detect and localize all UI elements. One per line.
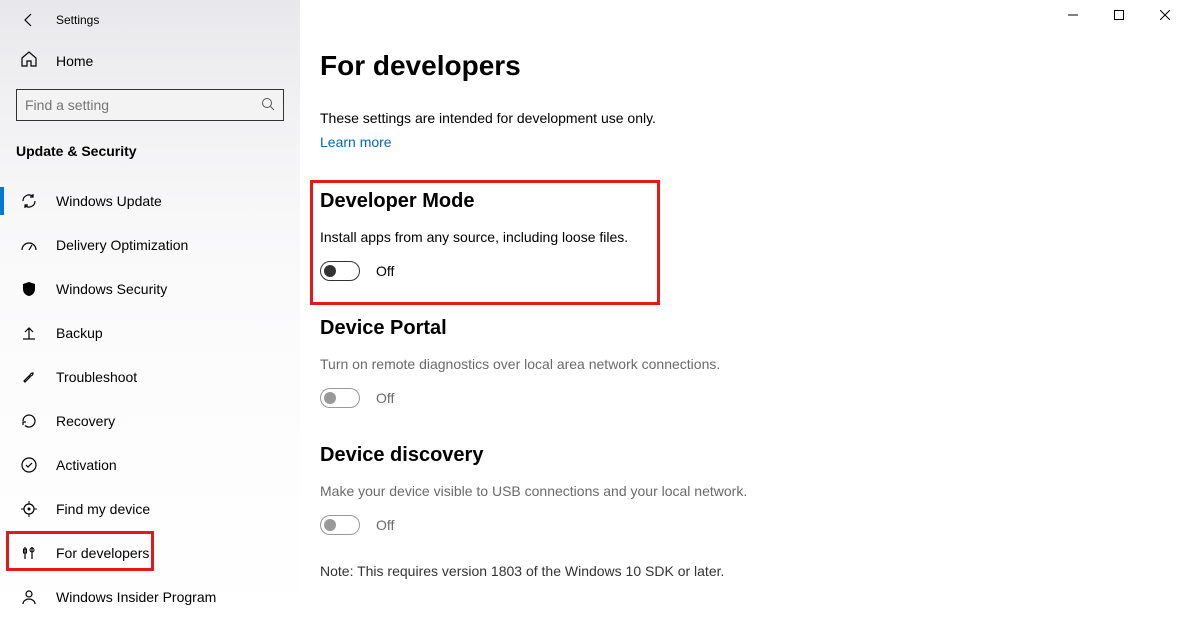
search-icon xyxy=(261,97,275,114)
section-device-discovery: Device discovery Make your device visibl… xyxy=(320,444,1148,579)
developer-mode-toggle[interactable] xyxy=(320,261,360,281)
section-description: Install apps from any source, including … xyxy=(320,229,1148,245)
sidebar-item-windows-security[interactable]: Windows Security xyxy=(0,267,300,311)
main-content: For developers These settings are intend… xyxy=(300,0,1188,627)
sidebar-item-label: Troubleshoot xyxy=(56,369,137,385)
search-container xyxy=(0,81,300,137)
shield-icon xyxy=(20,280,38,298)
wrench-icon xyxy=(20,368,38,386)
check-circle-icon xyxy=(20,456,38,474)
search-box[interactable] xyxy=(16,89,284,121)
sidebar-item-label: Windows Insider Program xyxy=(56,589,216,605)
location-icon xyxy=(20,500,38,518)
sidebar-item-troubleshoot[interactable]: Troubleshoot xyxy=(0,355,300,399)
title-bar: Settings xyxy=(0,0,300,40)
section-heading: Device discovery xyxy=(320,444,1148,467)
sidebar-item-delivery-optimization[interactable]: Delivery Optimization xyxy=(0,223,300,267)
backup-icon xyxy=(20,324,38,342)
sidebar-section-title: Update & Security xyxy=(0,137,300,165)
section-note: Note: This requires version 1803 of the … xyxy=(320,563,1148,579)
sidebar-item-label: Find my device xyxy=(56,501,150,517)
section-device-portal: Device Portal Turn on remote diagnostics… xyxy=(320,317,1148,408)
toggle-row: Off xyxy=(320,261,1148,281)
intro-text: These settings are intended for developm… xyxy=(320,110,1148,126)
section-description: Turn on remote diagnostics over local ar… xyxy=(320,356,1148,372)
toggle-row: Off xyxy=(320,388,1148,408)
sidebar-item-for-developers[interactable]: For developers xyxy=(0,531,300,575)
gauge-icon xyxy=(20,236,38,254)
page-title: For developers xyxy=(320,50,1148,82)
sidebar-home[interactable]: Home xyxy=(0,40,300,81)
learn-more-link[interactable]: Learn more xyxy=(320,134,392,150)
sidebar-item-find-my-device[interactable]: Find my device xyxy=(0,487,300,531)
home-label: Home xyxy=(56,53,93,69)
device-portal-toggle xyxy=(320,388,360,408)
sidebar: Settings Home Update & Security Windows … xyxy=(0,0,300,627)
sidebar-item-activation[interactable]: Activation xyxy=(0,443,300,487)
sidebar-item-windows-insider[interactable]: Windows Insider Program xyxy=(0,575,300,619)
toggle-state-label: Off xyxy=(376,517,394,533)
search-input[interactable] xyxy=(25,97,261,113)
sidebar-item-label: Activation xyxy=(56,457,117,473)
insider-icon xyxy=(20,588,38,606)
sidebar-item-label: For developers xyxy=(56,545,149,561)
sidebar-item-label: Delivery Optimization xyxy=(56,237,188,253)
toggle-state-label: Off xyxy=(376,263,394,279)
sidebar-item-windows-update[interactable]: Windows Update xyxy=(0,179,300,223)
section-heading: Device Portal xyxy=(320,317,1148,340)
section-developer-mode: Developer Mode Install apps from any sou… xyxy=(320,190,1148,281)
recovery-icon xyxy=(20,412,38,430)
sidebar-item-label: Backup xyxy=(56,325,103,341)
sidebar-item-label: Windows Security xyxy=(56,281,167,297)
sidebar-item-recovery[interactable]: Recovery xyxy=(0,399,300,443)
app-title: Settings xyxy=(56,13,99,27)
toggle-row: Off xyxy=(320,515,1148,535)
device-discovery-toggle xyxy=(320,515,360,535)
back-button[interactable] xyxy=(20,11,38,29)
toggle-state-label: Off xyxy=(376,390,394,406)
sidebar-item-label: Windows Update xyxy=(56,193,162,209)
section-description: Make your device visible to USB connecti… xyxy=(320,483,1148,499)
sidebar-item-backup[interactable]: Backup xyxy=(0,311,300,355)
nav-list: Windows Update Delivery Optimization Win… xyxy=(0,179,300,619)
sidebar-item-label: Recovery xyxy=(56,413,115,429)
tools-icon xyxy=(20,544,38,562)
home-icon xyxy=(20,50,38,71)
sync-icon xyxy=(20,192,38,210)
section-heading: Developer Mode xyxy=(320,190,1148,213)
